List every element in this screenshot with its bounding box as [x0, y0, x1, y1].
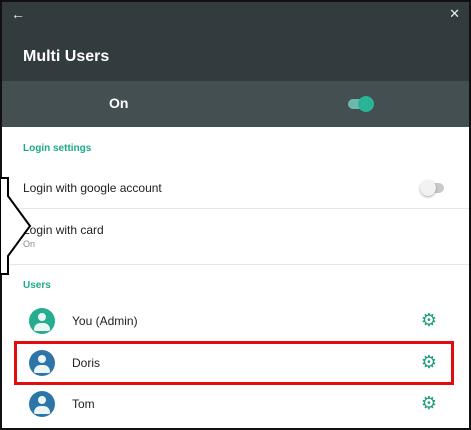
- user-row-tom[interactable]: Tom ⚙: [2, 384, 469, 424]
- user-row-you-admin[interactable]: You (Admin) ⚙: [2, 301, 469, 341]
- login-settings-header: Login settings: [23, 143, 92, 154]
- highlight-box: [14, 341, 454, 385]
- toggle-thumb: [420, 180, 436, 196]
- login-google-row[interactable]: Login with google account: [2, 168, 469, 208]
- avatar-head: [38, 396, 46, 404]
- arrow-left-icon[interactable]: ←: [11, 6, 25, 22]
- divider: [2, 264, 469, 265]
- toggle-thumb: [358, 96, 374, 112]
- master-toggle-switch[interactable]: [348, 94, 374, 114]
- pointer-arrow-icon: [0, 177, 32, 275]
- gear-icon[interactable]: ⚙: [420, 394, 438, 412]
- user-name: You (Admin): [72, 314, 138, 328]
- login-google-label: Login with google account: [23, 181, 162, 195]
- master-toggle-row[interactable]: On: [2, 81, 469, 127]
- page-title: Multi Users: [23, 48, 110, 65]
- avatar: [29, 391, 55, 417]
- login-google-toggle[interactable]: [420, 178, 446, 198]
- login-card-label: Login with card: [23, 223, 104, 237]
- avatar: [29, 308, 55, 334]
- gear-icon[interactable]: ⚙: [420, 311, 438, 329]
- avatar-head: [38, 313, 46, 321]
- master-toggle-label: On: [109, 95, 129, 111]
- login-card-row[interactable]: Login with card On: [2, 209, 469, 255]
- window-frame: ← ✕ Multi Users On Login settings Login …: [0, 0, 471, 430]
- close-icon[interactable]: ✕: [449, 6, 460, 22]
- top-bar: ← ✕ Multi Users: [2, 2, 469, 81]
- avatar-body: [34, 406, 50, 414]
- avatar-body: [34, 323, 50, 331]
- users-header: Users: [23, 280, 51, 291]
- user-name: Tom: [72, 397, 95, 411]
